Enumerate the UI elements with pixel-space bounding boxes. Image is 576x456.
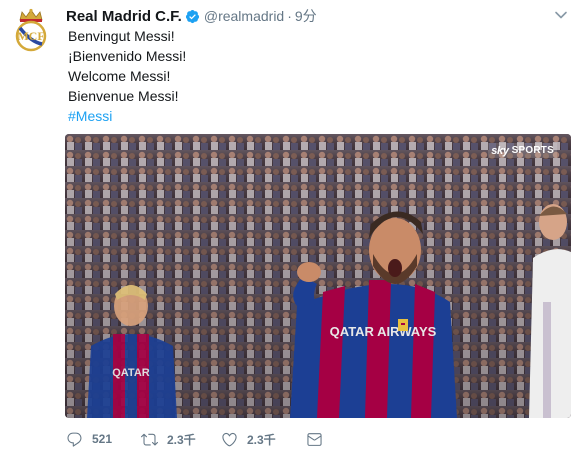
display-name[interactable]: Real Madrid C.F. [66,8,182,25]
retweet-count: 2.3千 [167,432,196,447]
video-frame: QATAR QATAR AIRWAYS [65,134,571,418]
real-madrid-crest-icon: MCF [15,8,47,52]
reply-icon [67,432,82,447]
retweet-button[interactable]: 2.3千 [141,431,221,448]
tweet-line-english: Welcome Messi! [68,68,171,84]
tweet-line-catalan: Benvingut Messi! [68,28,175,44]
hashtag-link[interactable]: #Messi [68,106,186,126]
watermark-label: SPORTS [511,145,554,156]
watermark-brand: sky [491,144,509,157]
retweet-icon [141,433,158,445]
svg-text:MCF: MCF [17,29,44,43]
sky-sports-watermark: sky SPORTS [488,143,557,158]
separator-dot: · [287,8,292,24]
tweet-line-french: Bienvenue Messi! [68,88,179,104]
like-count: 2.3千 [247,432,276,447]
timestamp[interactable]: 9分 [295,6,317,26]
tweet-line-spanish: ¡Bienvenido Messi! [68,48,187,64]
verified-badge-icon [185,9,200,24]
avatar[interactable]: MCF [12,8,50,54]
tweet-text: Benvingut Messi! ¡Bienvenido Messi! Welc… [68,26,186,126]
tweet-card[interactable]: MCF Real Madrid C.F. @realmadrid · 9分 Be… [0,0,576,456]
reply-button[interactable]: 521 [66,431,141,448]
tweet-media-video[interactable]: QATAR QATAR AIRWAYS sky SPORTS [65,134,571,418]
tweet-actions: 521 2.3千 2.3千 [66,428,345,450]
tweet-header: Real Madrid C.F. @realmadrid · 9分 [66,5,564,27]
reply-count: 521 [92,432,113,446]
handle[interactable]: @realmadrid [204,8,284,24]
envelope-icon [307,432,322,446]
main-jersey-text: QATAR AIRWAYS [330,324,437,339]
left-jersey-text: QATAR [112,367,150,379]
direct-message-button[interactable] [306,431,323,448]
more-options-caret-icon[interactable] [554,8,568,22]
like-button[interactable]: 2.3千 [221,431,306,448]
heart-icon [222,432,237,446]
